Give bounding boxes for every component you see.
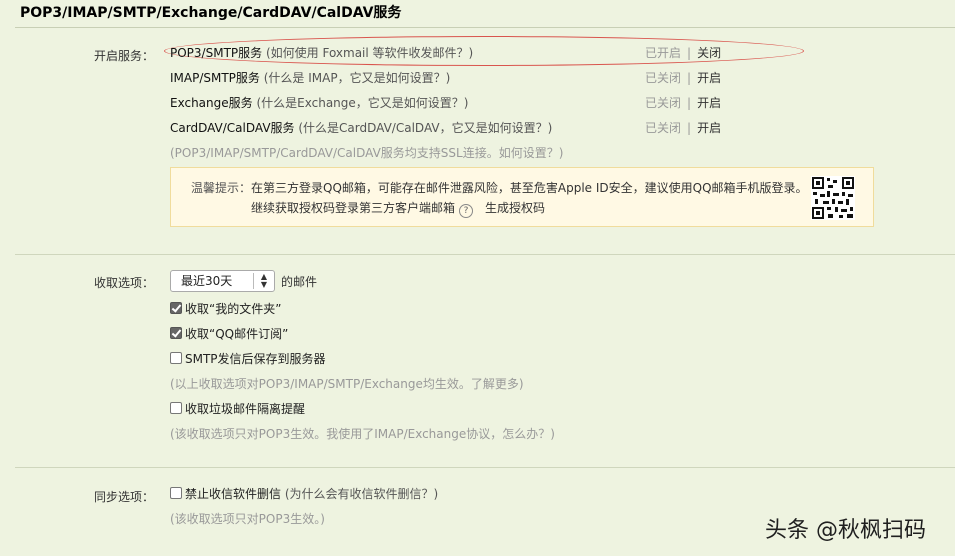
service-status-pop3: 已开启 | 关闭: [645, 44, 721, 61]
watermark: 头条 @秋枫扫码: [765, 518, 926, 543]
section-divider: [15, 467, 955, 468]
receive-note-1[interactable]: (以上收取选项对POP3/IMAP/SMTP/Exchange均生效。了解更多): [170, 375, 524, 392]
mail-settings-page: POP3/IMAP/SMTP/Exchange/CardDAV/CalDAV服务…: [0, 0, 955, 556]
generate-auth-code-link[interactable]: 生成授权码: [485, 201, 545, 215]
help-icon[interactable]: ?: [459, 204, 474, 218]
service-help-link[interactable]: (如何使用 Foxmail 等软件收发邮件？): [266, 46, 473, 60]
smtp-save-sent-checkbox[interactable]: [170, 352, 182, 364]
service-name: Exchange服务: [170, 96, 253, 110]
service-row-carddav: CardDAV/CalDAV服务 (什么是CardDAV/CalDAV，它又是如…: [170, 119, 552, 136]
service-status-exchange: 已关闭 | 开启: [645, 94, 721, 111]
receive-note-2[interactable]: (该收取选项只对POP3生效。我使用了IMAP/Exchange协议，怎么办？): [170, 425, 555, 442]
sync-option-row: 禁止收信软件删信 (为什么会有收信软件删信？): [185, 485, 438, 502]
warning-text: 在第三方登录QQ邮箱，可能存在邮件泄露风险，甚至危害Apple ID安全，建议使…: [251, 181, 808, 195]
warning-label: 温馨提示：: [191, 181, 252, 195]
toggle-pop3-button[interactable]: 关闭: [697, 46, 721, 60]
status-separator: |: [687, 121, 692, 135]
select-suffix: 的邮件: [281, 275, 318, 289]
service-status-imap: 已关闭 | 开启: [645, 69, 721, 86]
spam-notice-checkbox[interactable]: [170, 402, 182, 414]
services-label: 开启服务：: [94, 49, 155, 63]
checkbox-label[interactable]: SMTP发信后保存到服务器: [185, 350, 326, 367]
receive-my-folders-checkbox[interactable]: [170, 302, 182, 314]
service-name: CardDAV/CalDAV服务: [170, 121, 295, 135]
sync-options-label: 同步选项：: [94, 490, 155, 504]
toggle-exchange-button[interactable]: 开启: [697, 96, 721, 110]
section-divider: [15, 254, 955, 255]
receive-qq-subscription-checkbox[interactable]: [170, 327, 182, 339]
status-text: 已关闭: [645, 96, 682, 110]
status-separator: |: [687, 46, 692, 60]
service-row-imap: IMAP/SMTP服务 (什么是 IMAP，它又是如何设置？): [170, 69, 450, 86]
receive-options-label: 收取选项：: [94, 276, 155, 290]
checkbox-label[interactable]: 禁止收信软件删信: [185, 487, 281, 501]
warning-continue-line: 继续获取授权码登录第三方客户端邮箱? 生成授权码: [251, 199, 545, 218]
status-separator: |: [687, 71, 692, 85]
checkbox-label[interactable]: 收取垃圾邮件隔离提醒: [185, 400, 305, 417]
sync-help-link[interactable]: (为什么会有收信软件删信？): [285, 487, 438, 501]
checkbox-label[interactable]: 收取“QQ邮件订阅”: [185, 325, 288, 342]
service-row-pop3: POP3/SMTP服务 (如何使用 Foxmail 等软件收发邮件？): [170, 44, 473, 61]
service-help-link[interactable]: (什么是CardDAV/CalDAV，它又是如何设置？): [298, 121, 552, 135]
status-text: 已关闭: [645, 71, 682, 85]
sync-note: (该收取选项只对POP3生效。): [170, 512, 325, 526]
select-value: 最近30天: [181, 274, 233, 288]
receive-period-select[interactable]: 最近30天 ▲ ▼: [170, 270, 275, 292]
status-text: 已开启: [645, 46, 682, 60]
service-status-carddav: 已关闭 | 开启: [645, 119, 721, 136]
title-divider: [15, 27, 955, 28]
select-updown-icon: ▲ ▼: [253, 273, 274, 289]
page-title: POP3/IMAP/SMTP/Exchange/CardDAV/CalDAV服务: [20, 5, 402, 21]
service-help-link[interactable]: (什么是Exchange，它又是如何设置？): [256, 96, 468, 110]
service-help-link[interactable]: (什么是 IMAP，它又是如何设置？): [264, 71, 451, 85]
toggle-carddav-button[interactable]: 开启: [697, 121, 721, 135]
toggle-imap-button[interactable]: 开启: [697, 71, 721, 85]
qr-code-icon: [811, 176, 855, 220]
forbid-client-delete-checkbox[interactable]: [170, 487, 182, 499]
ssl-note[interactable]: (POP3/IMAP/SMTP/CardDAV/CalDAV服务均支持SSL连接…: [170, 144, 563, 161]
service-name: IMAP/SMTP服务: [170, 71, 260, 85]
service-name: POP3/SMTP服务: [170, 46, 263, 60]
service-row-exchange: Exchange服务 (什么是Exchange，它又是如何设置？): [170, 94, 468, 111]
status-separator: |: [687, 96, 692, 110]
checkbox-label[interactable]: 收取“我的文件夹”: [185, 300, 281, 317]
status-text: 已关闭: [645, 121, 682, 135]
warning-continue-text: 继续获取授权码登录第三方客户端邮箱: [251, 201, 456, 215]
warning-box: 温馨提示： 在第三方登录QQ邮箱，可能存在邮件泄露风险，甚至危害Apple ID…: [170, 167, 874, 227]
